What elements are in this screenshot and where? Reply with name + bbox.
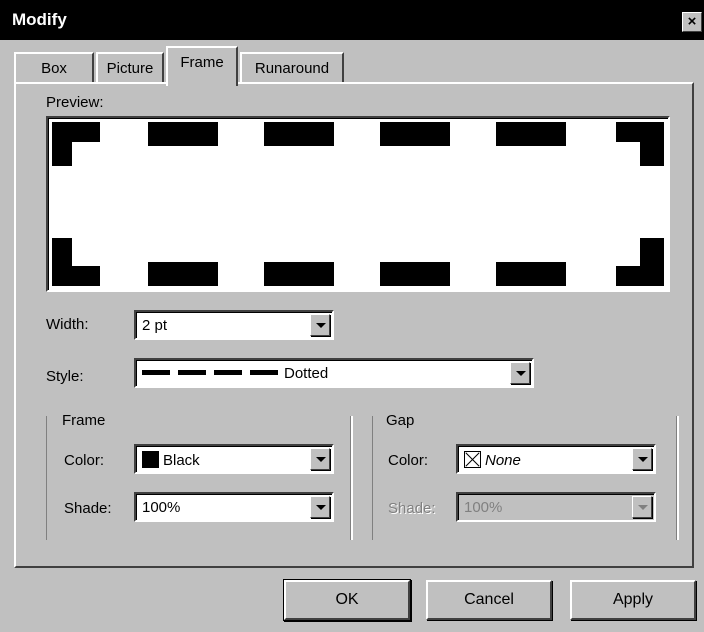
frame-group-heading: Frame <box>60 412 108 429</box>
preview-dash-top <box>496 122 566 146</box>
frame-shade-chevron-down-icon[interactable] <box>310 496 330 518</box>
cancel-button[interactable]: Cancel <box>426 580 552 620</box>
style-dropdown[interactable]: Dotted <box>134 358 534 388</box>
none-swatch-icon <box>464 451 481 468</box>
preview-corner-top-right <box>616 122 664 166</box>
frame-tab-panel: Preview: Width: 2 pt Style: Dotted Frame… <box>14 82 694 568</box>
title-bar: Modify × <box>0 0 704 40</box>
preview-corner-bottom-right <box>616 238 664 286</box>
dash-sample-icon <box>178 370 206 375</box>
tab-frame[interactable]: Frame <box>166 46 238 86</box>
apply-button[interactable]: Apply <box>570 580 696 620</box>
width-label: Width: <box>46 316 89 333</box>
tab-runaround[interactable]: Runaround <box>240 52 344 84</box>
frame-color-dropdown[interactable]: Black <box>134 444 334 474</box>
preview-dash-top <box>148 122 218 146</box>
width-dropdown[interactable]: 2 pt <box>134 310 334 340</box>
style-value: Dotted <box>284 365 329 382</box>
frame-preview <box>46 116 670 292</box>
frame-shade-dropdown[interactable]: 100% <box>134 492 334 522</box>
gap-shade-label: Shade: <box>388 500 436 517</box>
preview-corner-bottom-left <box>52 238 100 286</box>
dash-sample-icon <box>214 370 242 375</box>
gap-shade-chevron-down-icon <box>632 496 652 518</box>
dash-sample-icon <box>250 370 278 375</box>
preview-dash-bottom <box>148 262 218 286</box>
tab-box[interactable]: Box <box>14 52 94 84</box>
gap-color-value: None <box>485 452 521 469</box>
gap-color-dropdown[interactable]: None <box>456 444 656 474</box>
frame-color-chevron-down-icon[interactable] <box>310 448 330 470</box>
gap-shade-dropdown: 100% <box>456 492 656 522</box>
width-value: 2 pt <box>142 317 168 334</box>
frame-color-label: Color: <box>64 452 105 469</box>
preview-corner-top-left <box>52 122 100 166</box>
close-icon[interactable]: × <box>682 12 702 32</box>
gap-color-label: Color: <box>388 452 429 469</box>
dash-sample-icon <box>142 370 170 375</box>
frame-preview-graphic <box>52 122 664 286</box>
black-swatch-icon <box>142 451 159 468</box>
style-label: Style: <box>46 368 84 385</box>
preview-dash-top <box>264 122 334 146</box>
preview-dash-top <box>380 122 450 146</box>
frame-color-value: Black <box>163 452 200 469</box>
frame-shade-label: Shade: <box>64 500 112 517</box>
preview-dash-bottom <box>264 262 334 286</box>
gap-group-heading: Gap <box>384 412 417 429</box>
tab-picture[interactable]: Picture <box>96 52 164 84</box>
gap-shade-value: 100% <box>464 499 503 516</box>
style-chevron-down-icon[interactable] <box>510 362 530 384</box>
width-chevron-down-icon[interactable] <box>310 314 330 336</box>
preview-label: Preview: <box>46 94 104 111</box>
frame-shade-value: 100% <box>142 499 181 516</box>
preview-dash-bottom <box>380 262 450 286</box>
gap-color-chevron-down-icon[interactable] <box>632 448 652 470</box>
window-title: Modify <box>12 10 67 29</box>
preview-dash-bottom <box>496 262 566 286</box>
ok-button[interactable]: OK <box>284 580 410 620</box>
